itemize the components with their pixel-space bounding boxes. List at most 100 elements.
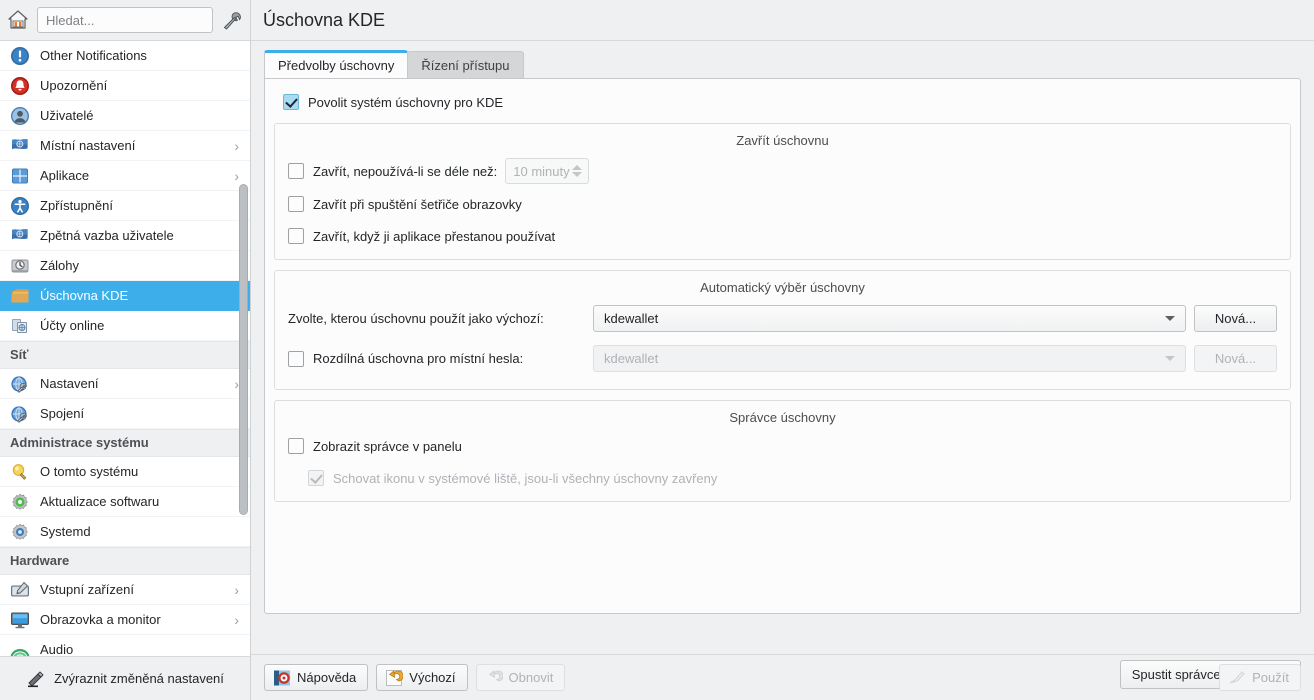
- help-button[interactable]: Nápověda: [264, 664, 369, 691]
- system-settings-window: Hledat... Other Notifications Upozornění U…: [0, 0, 1314, 700]
- apply-button-label: Použít: [1252, 670, 1289, 685]
- close-no-use-checkbox[interactable]: [288, 228, 304, 244]
- close-screensaver-label: Zavřít při spuštění šetřiče obrazovky: [313, 196, 522, 212]
- sidebar-nav-list[interactable]: Other Notifications Upozornění Uživatelé Mí…: [0, 41, 250, 656]
- sidebar-category-header: Síť: [0, 341, 250, 369]
- show-manager-checkbox[interactable]: [288, 438, 304, 454]
- close-screensaver-checkbox-row[interactable]: Zavřít při spuštění šetřiče obrazovky: [288, 193, 1277, 215]
- sidebar-item-audio[interactable]: Audio: [0, 635, 250, 656]
- enable-wallet-checkbox-row[interactable]: Povolit systém úschovny pro KDE: [283, 91, 1291, 113]
- gear-icon: [10, 522, 30, 542]
- tab-access-control-label: Řízení přístupu: [421, 57, 510, 73]
- sidebar-item-label: Other Notifications: [40, 48, 147, 63]
- network-connections-icon: [10, 404, 30, 424]
- sidebar-item-label: Zálohy: [40, 258, 80, 273]
- sidebar-item-o-tomto-syst-mu[interactable]: O tomto systému: [0, 457, 250, 487]
- close-no-use-checkbox-row[interactable]: Zavřít, když ji aplikace přestanou použí…: [288, 225, 1277, 247]
- sidebar-item-label: Aplikace: [40, 168, 90, 183]
- help-icon: [273, 669, 291, 687]
- defaults-button[interactable]: Výchozí: [376, 664, 468, 691]
- sidebar-item-other-notifications[interactable]: Other Notifications: [0, 41, 250, 71]
- show-manager-label: Zobrazit správce v panelu: [313, 438, 462, 454]
- sidebar-item-zp-tn-vazba-u-ivatele[interactable]: Zpětná vazba uživatele: [0, 221, 250, 251]
- sidebar-item-label: Systemd: [40, 524, 91, 539]
- sidebar-item-label: Zpětná vazba uživatele: [40, 228, 174, 243]
- notification-icon: [10, 46, 30, 66]
- close-idle-label: Zavřít, nepoužívá-li se déle než:: [313, 163, 498, 179]
- local-wallet-checkbox-row[interactable]: Rozdílná úschovna pro místní hesla:: [288, 348, 585, 370]
- sidebar-item-systemd[interactable]: Systemd: [0, 517, 250, 547]
- sidebar-item-label: Úschovna KDE: [40, 288, 129, 303]
- sidebar-item-upozorn-n[interactable]: Upozornění: [0, 71, 250, 101]
- tab-wallet-preferences[interactable]: Předvolby úschovny: [264, 50, 409, 78]
- hide-tray-icon-checkbox-row: Schovat ikonu v systémové liště, jsou-li…: [308, 467, 1277, 489]
- close-idle-checkbox[interactable]: [288, 163, 304, 179]
- enable-wallet-checkbox[interactable]: [283, 94, 299, 110]
- tab-access-control[interactable]: Řízení přístupu: [407, 51, 524, 78]
- apply-button: Použít: [1219, 664, 1301, 691]
- new-local-wallet-button: Nová...: [1194, 345, 1277, 372]
- software-update-icon: [10, 492, 30, 512]
- local-wallet-checkbox[interactable]: [288, 350, 304, 367]
- sidebar-item-label: Vstupní zařízení: [40, 582, 134, 597]
- sidebar-item-ty-online[interactable]: Účty online: [0, 311, 250, 341]
- highlight-changed-settings-button[interactable]: Zvýraznit změněná nastavení: [0, 656, 250, 700]
- search-input[interactable]: Hledat...: [37, 7, 213, 33]
- sidebar-item-z-lohy[interactable]: Zálohy: [0, 251, 250, 281]
- help-button-label: Nápověda: [297, 670, 357, 685]
- apps-icon: [10, 166, 30, 186]
- sidebar-item-nastaven[interactable]: Nastavení ›: [0, 369, 250, 399]
- sidebar-item-zp-stupn-n[interactable]: Zpřístupnění: [0, 191, 250, 221]
- backup-disk-icon: [10, 256, 30, 276]
- apply-wrap: Použít: [1219, 664, 1301, 691]
- sidebar-scrollbar-thumb[interactable]: [238, 184, 248, 515]
- sidebar-item-vstupn-za-zen[interactable]: Vstupní zařízení ›: [0, 575, 250, 605]
- default-wallet-value: kdewallet: [604, 311, 659, 326]
- sidebar-item-aktualizace-softwaru[interactable]: Aktualizace softwaru: [0, 487, 250, 517]
- spinbox-down-icon[interactable]: [572, 172, 583, 177]
- reset-button-label: Obnovit: [508, 670, 554, 685]
- close-idle-minutes-spinbox[interactable]: 10 minuty: [505, 158, 590, 184]
- home-icon[interactable]: [6, 8, 30, 32]
- default-wallet-row: Zvolte, kterou úschovnu použít jako vých…: [288, 305, 1277, 332]
- sidebar-item-spojen[interactable]: Spojení: [0, 399, 250, 429]
- sidebar-item-label: Účty online: [40, 318, 105, 333]
- reset-icon: [485, 669, 504, 687]
- close-screensaver-checkbox[interactable]: [288, 196, 304, 212]
- local-wallet-combobox: kdewallet: [593, 345, 1186, 372]
- default-wallet-label: Zvolte, kterou úschovnu použít jako vých…: [288, 311, 544, 326]
- highlight-changed-settings-label: Zvýraznit změněná nastavení: [54, 671, 224, 686]
- show-manager-checkbox-row[interactable]: Zobrazit správce v panelu: [288, 435, 1277, 457]
- wallet-manager-group: Správce úschovny Zobrazit správce v pane…: [274, 400, 1291, 502]
- sidebar-item-schovna-kde[interactable]: Úschovna KDE: [0, 281, 250, 311]
- sidebar-item-obrazovka-a-monitor[interactable]: Obrazovka a monitor ›: [0, 605, 250, 635]
- sidebar-item-m-stn-nastaven[interactable]: Místní nastavení ›: [0, 131, 250, 161]
- accessibility-icon: [10, 196, 30, 216]
- default-wallet-combobox[interactable]: kdewallet: [593, 305, 1186, 332]
- flag-icon: [10, 226, 30, 246]
- display-icon: [10, 610, 30, 630]
- defaults-button-label: Výchozí: [409, 670, 456, 685]
- enable-wallet-label: Povolit systém úschovny pro KDE: [308, 94, 504, 110]
- close-idle-checkbox-row[interactable]: Zavřít, nepoužívá-li se déle než:: [288, 160, 497, 182]
- online-accounts-icon: [10, 316, 30, 336]
- spinbox-arrows[interactable]: [572, 159, 583, 183]
- sidebar-item-label: Uživatelé: [40, 108, 94, 123]
- chevron-right-icon: ›: [234, 611, 239, 628]
- sidebar-item-u-ivatel[interactable]: Uživatelé: [0, 101, 250, 131]
- spinbox-up-icon[interactable]: [572, 165, 583, 170]
- page-title: Úschovna KDE: [251, 0, 1314, 41]
- user-icon: [10, 106, 30, 126]
- reset-button: Obnovit: [475, 664, 566, 691]
- chevron-right-icon: ›: [234, 581, 239, 598]
- sidebar-item-label: Nastavení: [40, 376, 99, 391]
- lightbulb-icon: [10, 462, 30, 482]
- new-default-wallet-button[interactable]: Nová...: [1194, 305, 1277, 332]
- sidebar-scrollbar[interactable]: [236, 184, 250, 515]
- sidebar-item-aplikace[interactable]: Aplikace ›: [0, 161, 250, 191]
- configure-tools-icon[interactable]: [220, 8, 244, 32]
- close-idle-row: Zavřít, nepoužívá-li se déle než: 10 min…: [288, 158, 1277, 184]
- sidebar: Hledat... Other Notifications Upozornění U…: [0, 0, 250, 700]
- chevron-right-icon: ›: [234, 167, 239, 184]
- auto-wallet-group-title: Automatický výběr úschovny: [700, 280, 865, 295]
